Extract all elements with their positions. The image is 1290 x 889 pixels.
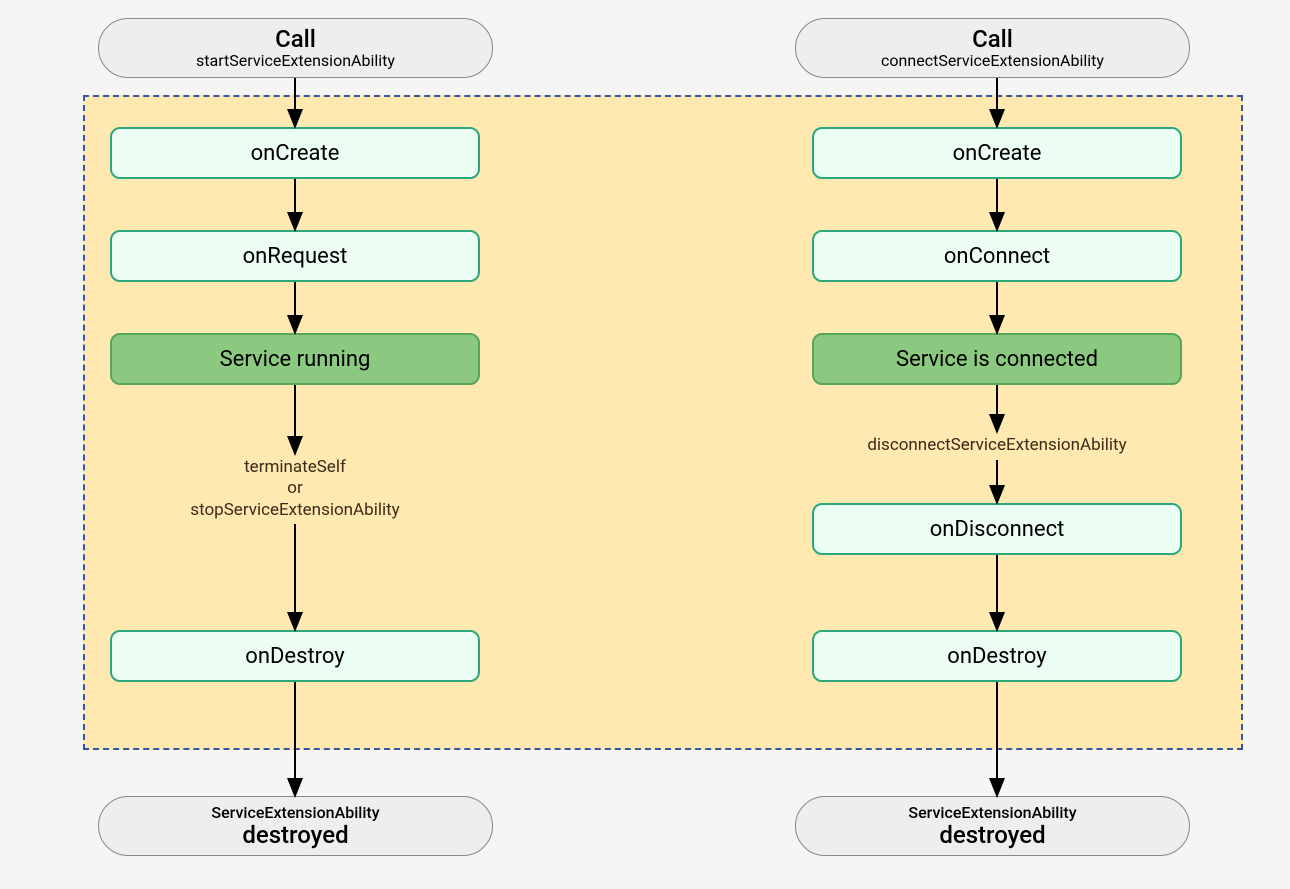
lifecycle-diagram: Call startServiceExtensionAbility onCrea… (0, 0, 1290, 889)
right-onconnect-label: onConnect (944, 244, 1050, 269)
right-ondestroy-node: onDestroy (812, 630, 1182, 682)
right-end-line1: ServiceExtensionAbility (908, 804, 1076, 822)
right-end-node: ServiceExtensionAbility destroyed (795, 796, 1190, 856)
right-disconnect-text: disconnectServiceExtensionAbility (867, 435, 1126, 455)
left-running-node: Service running (110, 333, 480, 385)
right-oncreate-label: onCreate (953, 141, 1042, 166)
right-start-title: Call (972, 26, 1013, 52)
left-onrequest-node: onRequest (110, 230, 480, 282)
right-onconnect-node: onConnect (812, 230, 1182, 282)
right-connected-label: Service is connected (896, 347, 1098, 372)
left-ondestroy-label: onDestroy (245, 644, 344, 669)
right-oncreate-node: onCreate (812, 127, 1182, 179)
right-ondisconnect-node: onDisconnect (812, 503, 1182, 555)
left-ondestroy-node: onDestroy (110, 630, 480, 682)
right-start-subtitle: connectServiceExtensionAbility (881, 52, 1104, 70)
right-end-line2: destroyed (939, 822, 1045, 848)
right-start-node: Call connectServiceExtensionAbility (795, 18, 1190, 78)
left-oncreate-node: onCreate (110, 127, 480, 179)
left-start-title: Call (275, 26, 316, 52)
left-stop-edge-label: terminateSelf or stopServiceExtensionAbi… (110, 457, 480, 521)
left-end-line2: destroyed (242, 822, 348, 848)
left-end-line1: ServiceExtensionAbility (211, 804, 379, 822)
left-end-node: ServiceExtensionAbility destroyed (98, 796, 493, 856)
right-ondisconnect-label: onDisconnect (930, 517, 1065, 542)
left-start-node: Call startServiceExtensionAbility (98, 18, 493, 78)
left-start-subtitle: startServiceExtensionAbility (196, 52, 395, 70)
left-running-label: Service running (220, 347, 371, 372)
right-connected-node: Service is connected (812, 333, 1182, 385)
left-stop-line3: stopServiceExtensionAbility (110, 500, 480, 521)
left-oncreate-label: onCreate (251, 141, 340, 166)
right-disconnect-edge-label: disconnectServiceExtensionAbility (812, 435, 1182, 456)
right-ondestroy-label: onDestroy (947, 644, 1046, 669)
left-stop-line2: or (110, 478, 480, 499)
left-stop-line1: terminateSelf (110, 457, 480, 478)
left-onrequest-label: onRequest (243, 244, 348, 269)
